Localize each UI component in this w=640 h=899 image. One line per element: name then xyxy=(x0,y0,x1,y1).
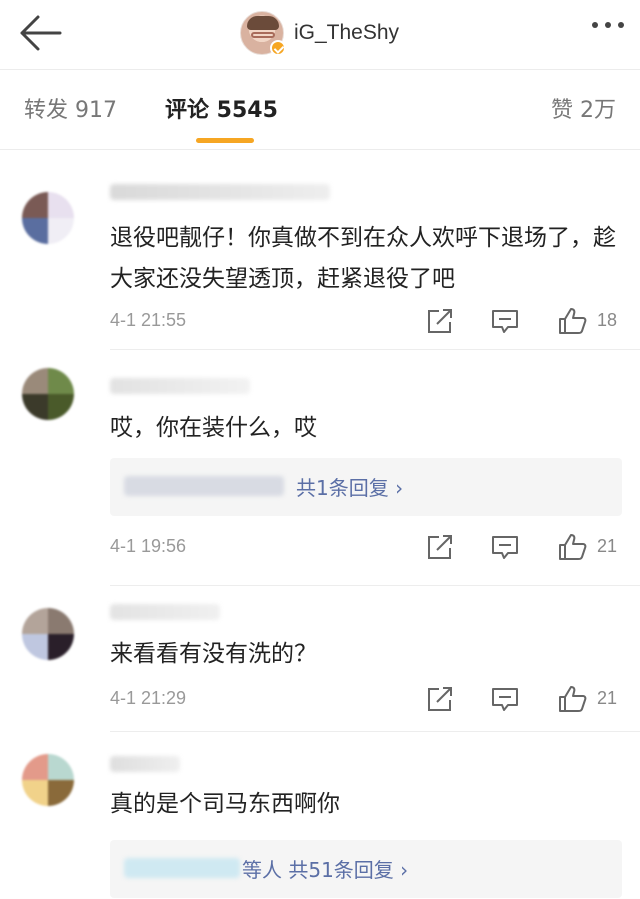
like-icon[interactable] xyxy=(557,532,587,562)
comment-item: 来看看有没有洗的？ 4-1 21:29 21 xyxy=(0,586,640,732)
verified-badge-icon xyxy=(270,40,286,56)
commenter-name[interactable] xyxy=(110,604,220,620)
comment-icon[interactable] xyxy=(490,684,520,714)
comment-item: 退役吧靓仔！你真做不到在众人欢呼下退场了，趁大家还没失望透顶，赶紧退役了吧 4-… xyxy=(0,150,640,350)
avatar[interactable] xyxy=(240,11,286,56)
more-dot xyxy=(592,22,598,28)
comment-meta: 4-1 21:29 21 xyxy=(110,684,620,714)
tab-likes[interactable]: 赞 2万 xyxy=(551,92,616,124)
like-count: 21 xyxy=(597,536,618,556)
like-icon[interactable] xyxy=(557,306,587,336)
avatar-glasses xyxy=(251,32,275,38)
page-title[interactable]: iG_TheShy xyxy=(294,21,399,45)
replies-link[interactable]: 等人 共51条回复 › xyxy=(242,854,408,883)
comment-time: 4-1 21:29 xyxy=(110,688,187,708)
replies-box[interactable]: 等人 共51条回复 › xyxy=(110,840,622,898)
title-area[interactable]: iG_TheShy xyxy=(240,10,399,56)
comment-icon[interactable] xyxy=(490,532,520,562)
commenter-name[interactable] xyxy=(110,756,180,772)
comment-text: 退役吧靓仔！你真做不到在众人欢呼下退场了，趁大家还没失望透顶，赶紧退役了吧 xyxy=(110,225,616,292)
like-count: 18 xyxy=(597,310,618,330)
share-icon[interactable] xyxy=(425,684,455,714)
reply-user-name xyxy=(124,476,284,496)
more-dot xyxy=(618,22,624,28)
share-icon[interactable] xyxy=(425,532,455,562)
back-arrow-icon[interactable] xyxy=(16,10,66,56)
top-bar: iG_TheShy xyxy=(0,0,640,70)
tab-comments[interactable]: 评论 5545 xyxy=(165,92,278,124)
comment-time: 4-1 19:56 xyxy=(110,536,187,556)
replies-link[interactable]: 共1条回复 › xyxy=(296,472,403,501)
share-icon[interactable] xyxy=(425,306,455,336)
avatar[interactable] xyxy=(22,608,74,660)
replies-box[interactable]: 共1条回复 › xyxy=(110,458,622,516)
avatar[interactable] xyxy=(22,192,74,244)
avatar[interactable] xyxy=(22,754,74,806)
tab-repost[interactable]: 转发 917 xyxy=(24,92,117,124)
commenter-name[interactable] xyxy=(110,184,330,200)
active-tab-indicator xyxy=(196,138,254,143)
comment-time: 4-1 21:55 xyxy=(110,310,187,330)
comment-text: 哎，你在装什么，哎 xyxy=(110,415,317,441)
comment-text: 真的是个司马东西啊你 xyxy=(110,791,340,817)
avatar[interactable] xyxy=(22,368,74,420)
more-dot xyxy=(605,22,611,28)
comment-meta: 4-1 21:55 18 xyxy=(110,306,620,336)
comment-meta: 4-1 19:56 21 xyxy=(110,532,620,562)
tab-bar: 转发 917 评论 5545 赞 2万 xyxy=(0,70,640,150)
comment-item: 真的是个司马东西啊你 等人 共51条回复 › xyxy=(0,732,640,899)
comment-item: 哎，你在装什么，哎 共1条回复 › 4-1 19:56 21 xyxy=(0,350,640,586)
reply-user-name xyxy=(124,858,240,878)
like-icon[interactable] xyxy=(557,684,587,714)
avatar-hair xyxy=(247,16,279,30)
like-count: 21 xyxy=(597,688,618,708)
more-icon[interactable] xyxy=(592,22,624,28)
comment-text: 来看看有没有洗的？ xyxy=(110,641,317,667)
comment-icon[interactable] xyxy=(490,306,520,336)
commenter-name[interactable] xyxy=(110,378,250,394)
